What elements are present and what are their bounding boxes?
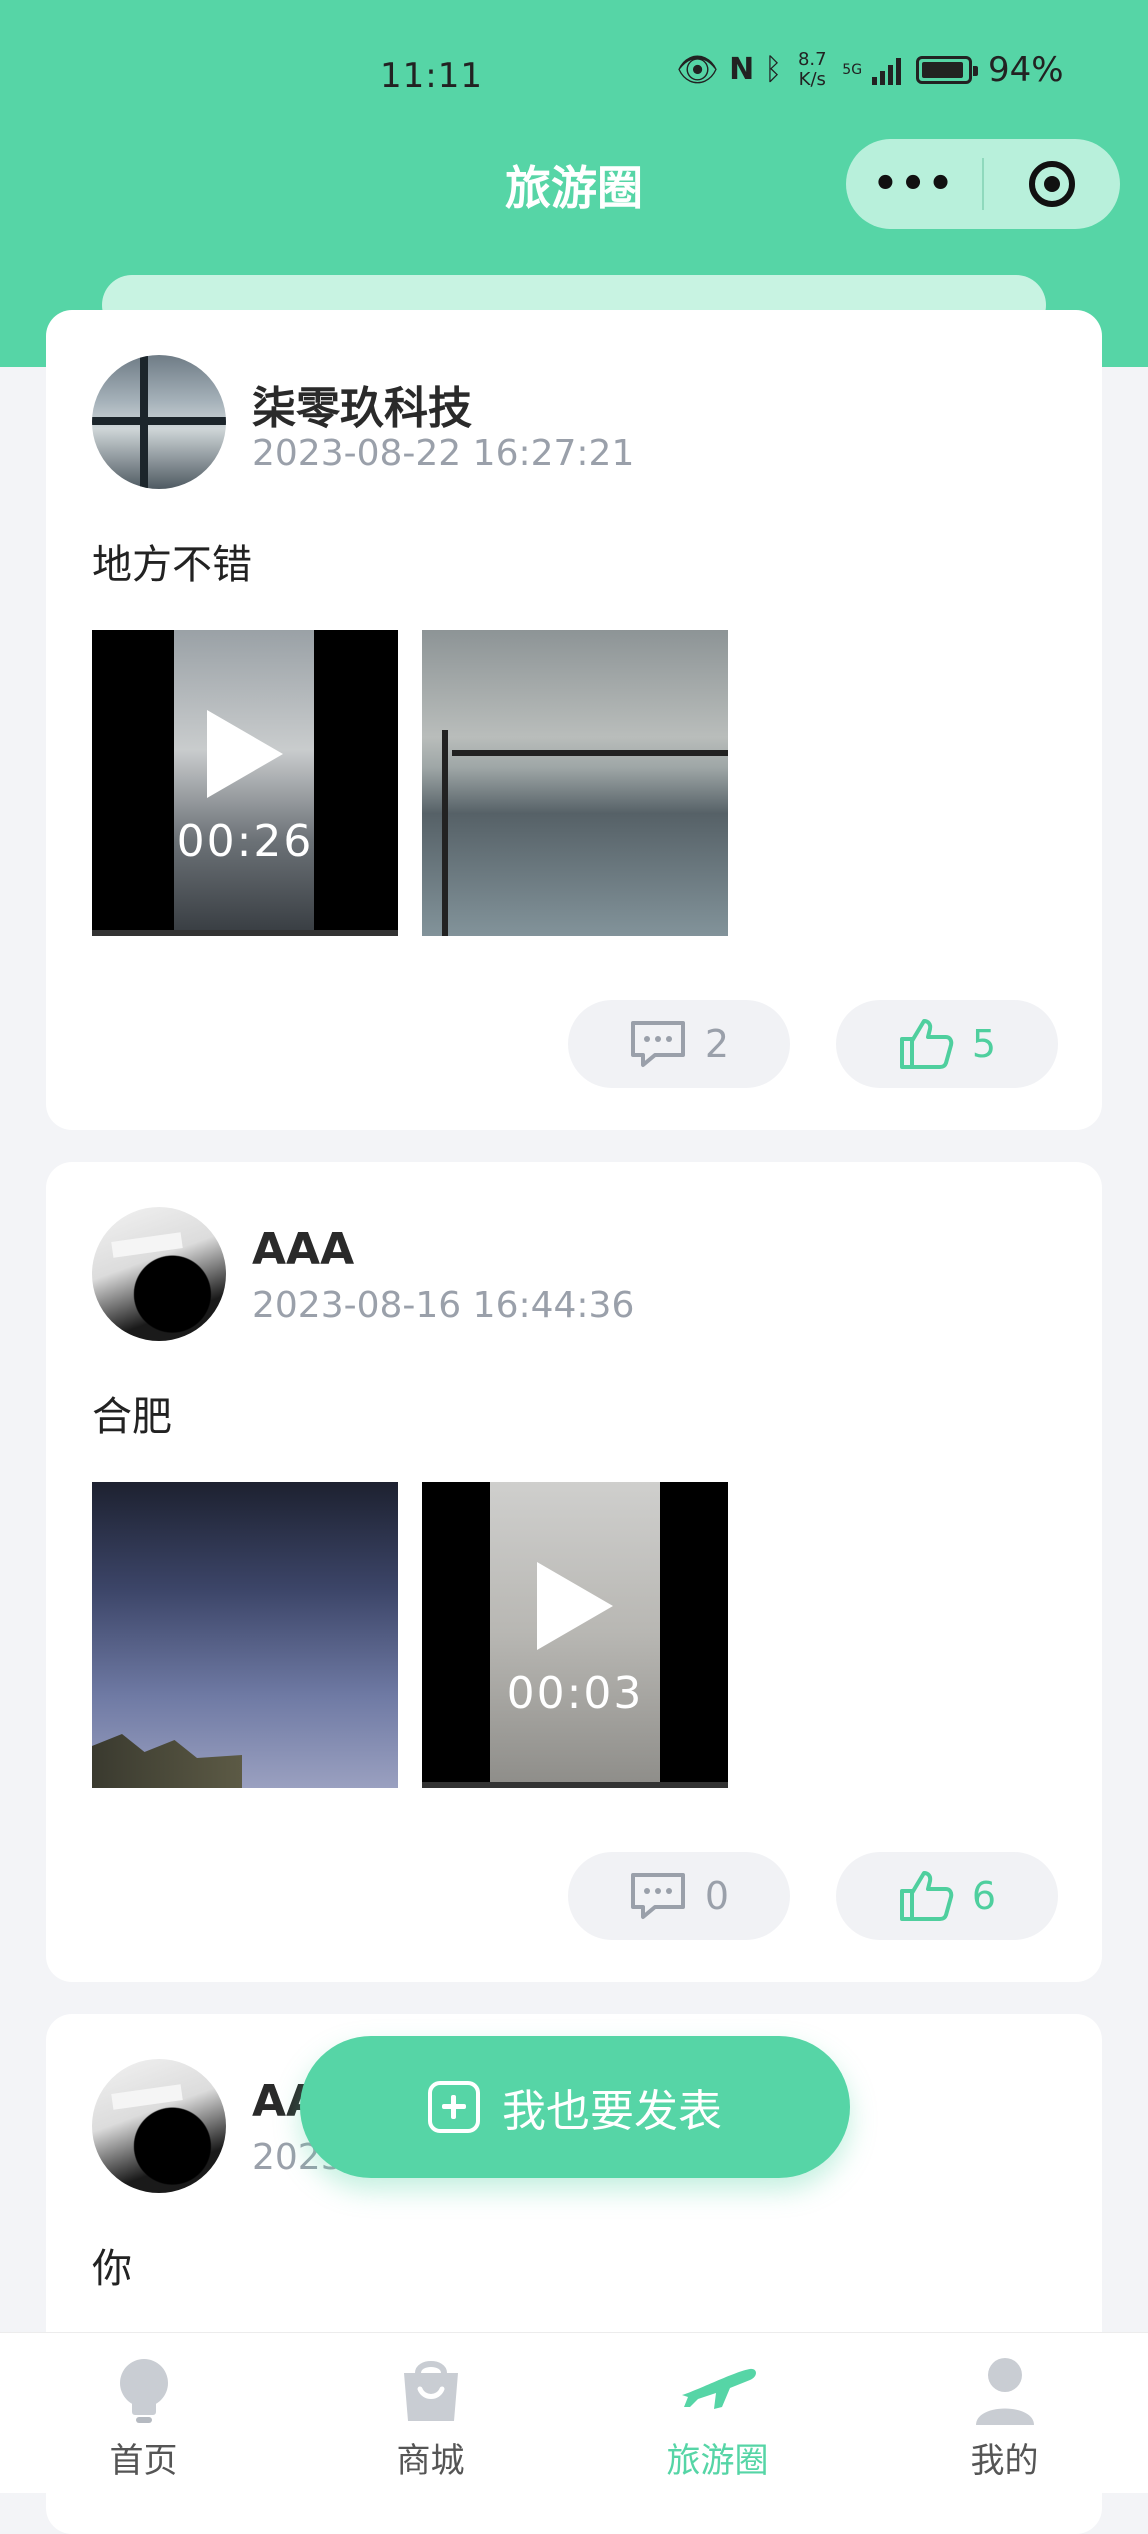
video-duration: 00:03 bbox=[506, 1668, 644, 1719]
post-content: 地方不错 bbox=[92, 542, 252, 588]
post-video-thumbnail[interactable]: 00:26 bbox=[92, 630, 398, 936]
eye-icon: 👁 bbox=[676, 50, 720, 90]
like-button[interactable]: 5 bbox=[836, 1000, 1058, 1088]
avatar[interactable] bbox=[92, 2059, 226, 2193]
net-speed-value: 8.7 bbox=[797, 49, 827, 70]
post-image-thumbnail[interactable] bbox=[422, 630, 728, 936]
tab-mall[interactable]: 商城 bbox=[287, 2333, 574, 2493]
status-icons: 👁 N ᛒ 8.7 K/s 5G 94% bbox=[676, 50, 1064, 91]
user-icon bbox=[975, 2358, 1034, 2425]
nfc-icon: N bbox=[729, 52, 755, 87]
status-bar: 11:11 👁 N ᛒ 8.7 K/s 5G 94% bbox=[0, 0, 1148, 150]
post-username[interactable]: AAA bbox=[252, 1224, 354, 1275]
battery-icon bbox=[916, 56, 979, 84]
plus-square-icon bbox=[428, 2081, 480, 2133]
post-time: 2023-08-16 16:44:36 bbox=[252, 1285, 635, 1326]
mini-program-capsule: ••• bbox=[846, 139, 1120, 229]
publish-button-label: 我也要发表 bbox=[502, 2086, 722, 2137]
tab-label: 我的 bbox=[970, 2441, 1039, 2481]
post-image-thumbnail[interactable] bbox=[92, 1482, 398, 1788]
post-card[interactable]: AAA 2023-08-16 16:44:36 合肥 00:03 0 6 bbox=[46, 1162, 1102, 1982]
lightbulb-icon bbox=[119, 2359, 168, 2423]
net-speed: 8.7 K/s bbox=[792, 50, 832, 90]
target-icon bbox=[1029, 161, 1075, 207]
battery-level bbox=[922, 62, 964, 78]
signal-icon bbox=[872, 58, 902, 85]
post-content: 合肥 bbox=[92, 1394, 172, 1440]
thumbs-up-icon bbox=[899, 1019, 954, 1069]
tab-label: 商城 bbox=[396, 2441, 465, 2481]
post-time: 2023-08-22 16:27:21 bbox=[252, 433, 635, 474]
tab-mine[interactable]: 我的 bbox=[861, 2333, 1148, 2493]
comment-count: 2 bbox=[704, 1022, 730, 1066]
post-card[interactable]: 柒零玖科技 2023-08-22 16:27:21 地方不错 00:26 2 5 bbox=[46, 310, 1102, 1130]
status-time: 11:11 bbox=[380, 56, 483, 96]
airplane-icon bbox=[681, 2368, 756, 2409]
bottom-tab-bar: 首页 商城 旅游圈 我的 bbox=[0, 2332, 1148, 2493]
more-button[interactable]: ••• bbox=[846, 161, 982, 207]
play-icon bbox=[537, 1562, 613, 1650]
bluetooth-icon: ᛒ bbox=[764, 52, 783, 87]
comment-button[interactable]: 2 bbox=[568, 1000, 790, 1088]
tab-travel-circle[interactable]: 旅游圈 bbox=[574, 2333, 861, 2493]
thumbs-up-icon bbox=[899, 1871, 954, 1921]
comment-count: 0 bbox=[704, 1874, 730, 1918]
net-speed-unit: K/s bbox=[798, 69, 826, 90]
post-username[interactable]: 柒零玖科技 bbox=[252, 372, 472, 436]
play-icon bbox=[207, 710, 283, 798]
like-count: 6 bbox=[971, 1874, 997, 1918]
post-content: 你 bbox=[92, 2246, 132, 2292]
comment-icon bbox=[630, 1873, 685, 1919]
avatar[interactable] bbox=[92, 355, 226, 489]
tab-label: 旅游圈 bbox=[666, 2441, 769, 2481]
like-button[interactable]: 6 bbox=[836, 1852, 1058, 1940]
video-duration: 00:26 bbox=[176, 816, 314, 867]
post-video-thumbnail[interactable]: 00:03 bbox=[422, 1482, 728, 1788]
avatar[interactable] bbox=[92, 1207, 226, 1341]
comment-button[interactable]: 0 bbox=[568, 1852, 790, 1940]
tab-home[interactable]: 首页 bbox=[0, 2333, 287, 2493]
close-button[interactable] bbox=[984, 161, 1120, 207]
publish-button[interactable]: 我也要发表 bbox=[300, 2036, 850, 2178]
comment-icon bbox=[630, 1021, 685, 1067]
tab-label: 首页 bbox=[109, 2441, 178, 2481]
network-type: 5G bbox=[842, 62, 863, 78]
like-count: 5 bbox=[971, 1022, 997, 1066]
battery-percent: 94% bbox=[988, 50, 1064, 90]
shopping-bag-icon bbox=[403, 2361, 458, 2421]
